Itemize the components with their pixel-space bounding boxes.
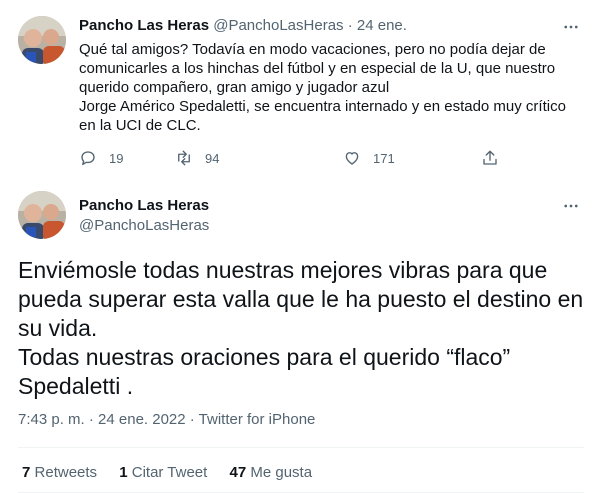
more-options-button[interactable] xyxy=(561,196,581,216)
quotes-count: 1 xyxy=(119,464,128,481)
tweet-timestamp[interactable]: 7:43 p. m. · 24 ene. 2022 · Twitter for … xyxy=(18,410,315,430)
share-button[interactable] xyxy=(481,149,499,167)
more-icon xyxy=(564,25,578,29)
author-handle[interactable]: @PanchoLasHeras xyxy=(213,17,343,34)
tweet-text: Enviémosle todas nuestras mejores vibras… xyxy=(18,257,584,399)
like-button[interactable]: 171 xyxy=(343,149,395,167)
retweets-count: 7 xyxy=(22,464,31,481)
like-count: 171 xyxy=(373,150,395,166)
quotes-stat[interactable]: 1 Citar Tweet xyxy=(119,464,207,481)
author-name[interactable]: Pancho Las Heras xyxy=(79,17,209,34)
retweet-button[interactable]: 94 xyxy=(175,149,219,167)
reply-icon xyxy=(81,151,95,166)
quotes-label: Citar Tweet xyxy=(131,464,208,481)
tweet-header: Pancho Las Heras @PanchoLasHeras · 24 en… xyxy=(79,16,407,36)
retweets-label: Retweets xyxy=(34,464,98,481)
likes-count: 47 xyxy=(229,464,247,481)
share-icon xyxy=(483,150,497,165)
more-options-button[interactable] xyxy=(561,17,581,37)
author-name[interactable]: Pancho Las Heras xyxy=(79,196,209,216)
tweet-date[interactable]: 24 ene. xyxy=(357,17,407,34)
likes-label: Me gusta xyxy=(250,464,313,481)
tweet-stats: 7 Retweets 1 Citar Tweet 47 Me gusta xyxy=(22,463,330,483)
avatar-photo xyxy=(18,16,66,64)
avatar-photo xyxy=(18,191,66,239)
reply-button[interactable]: 19 xyxy=(79,149,123,167)
tweet-text: Qué tal amigos? Todavía en modo vacacion… xyxy=(79,41,566,134)
avatar[interactable] xyxy=(18,16,66,64)
author-handle[interactable]: @PanchoLasHeras xyxy=(79,216,209,236)
divider xyxy=(18,447,584,448)
more-icon xyxy=(564,204,578,208)
retweets-stat[interactable]: 7 Retweets xyxy=(22,464,97,481)
like-icon xyxy=(345,152,359,165)
retweet-count: 94 xyxy=(205,150,220,166)
separator: · xyxy=(347,17,353,34)
likes-stat[interactable]: 47 Me gusta xyxy=(230,464,313,481)
retweet-icon xyxy=(178,150,190,166)
tweet-actions: 19 94 171 xyxy=(79,149,499,169)
avatar[interactable] xyxy=(18,191,66,239)
reply-count: 19 xyxy=(109,150,124,166)
